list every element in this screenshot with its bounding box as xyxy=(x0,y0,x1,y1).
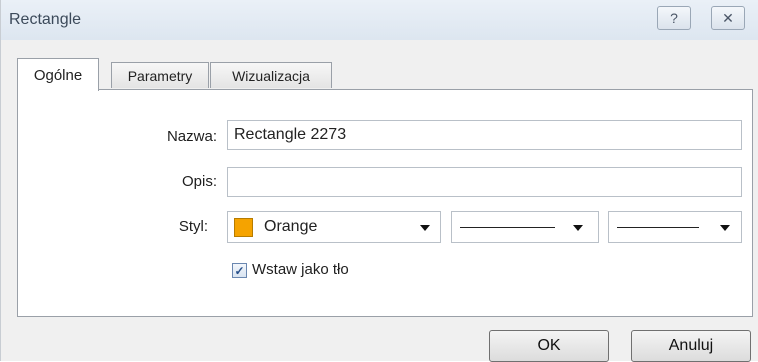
name-label: Nazwa: xyxy=(166,128,217,145)
color-swatch xyxy=(234,218,253,237)
name-input[interactable]: Rectangle 2273 xyxy=(227,120,742,150)
title-bar: Rectangle ? ✕ xyxy=(1,0,758,40)
style-label: Styl: xyxy=(178,218,208,235)
background-checkbox-label[interactable]: Wstaw jako tło xyxy=(252,261,349,278)
tab-parameters[interactable]: Parametry xyxy=(111,62,209,88)
help-button[interactable]: ? xyxy=(657,6,691,30)
line-style-sample xyxy=(460,227,555,228)
close-icon: ✕ xyxy=(722,9,734,26)
description-label: Opis: xyxy=(181,173,217,190)
window-title: Rectangle xyxy=(9,11,82,28)
ok-button[interactable]: OK xyxy=(489,330,609,362)
description-input[interactable] xyxy=(227,167,742,197)
check-icon: ✓ xyxy=(234,263,245,278)
chevron-down-icon xyxy=(573,225,583,231)
color-dropdown[interactable]: Orange xyxy=(227,211,441,243)
help-icon: ? xyxy=(670,10,678,26)
cancel-button[interactable]: Anuluj xyxy=(631,330,751,362)
rectangle-dialog: Rectangle ? ✕ Ogólne Parametry Wizualiza… xyxy=(0,0,758,362)
chevron-down-icon xyxy=(420,225,430,231)
chevron-down-icon xyxy=(720,225,730,231)
line-width-dropdown[interactable] xyxy=(608,211,742,243)
color-dropdown-value: Orange xyxy=(264,218,318,235)
tab-general[interactable]: Ogólne xyxy=(17,58,99,91)
background-checkbox[interactable]: ✓ xyxy=(232,263,247,278)
line-width-sample xyxy=(617,227,699,228)
tab-visualization[interactable]: Wizualizacja xyxy=(210,62,332,88)
close-button[interactable]: ✕ xyxy=(711,6,745,30)
line-style-dropdown[interactable] xyxy=(451,211,599,243)
